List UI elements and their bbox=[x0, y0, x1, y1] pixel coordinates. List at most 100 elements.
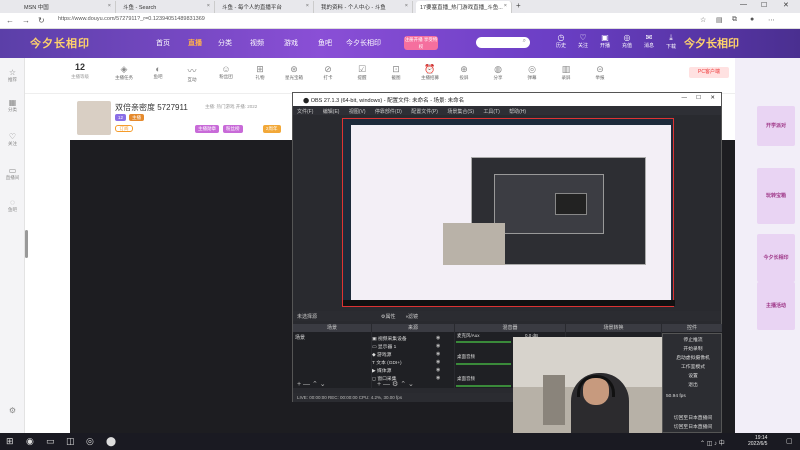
filters-button[interactable]: ◑滤镜 bbox=[405, 313, 418, 320]
exit-button[interactable]: 退出 bbox=[663, 381, 723, 388]
minimize-icon[interactable]: — bbox=[740, 1, 747, 8]
ad-card[interactable]: 开学派对 bbox=[757, 106, 795, 146]
tab-douyu-home[interactable]: 斗鱼 - 每个人的直播平台 × bbox=[218, 1, 314, 13]
search-input[interactable]: ⌕ bbox=[476, 37, 530, 48]
scene-toolbar[interactable]: + — ⌃ ⌄ bbox=[297, 380, 326, 388]
close-icon[interactable]: × bbox=[108, 3, 111, 9]
store-icon[interactable]: ◫ bbox=[66, 436, 75, 447]
close-icon[interactable]: ✕ bbox=[710, 95, 715, 101]
studio-mode-button[interactable]: 工作室模式 bbox=[663, 363, 723, 370]
scene-item[interactable]: 场景 bbox=[295, 334, 305, 341]
eye-icon[interactable]: ◉ bbox=[436, 375, 440, 381]
download-button[interactable]: ⤓ 下载 bbox=[660, 33, 682, 50]
eye-icon[interactable]: ◉ bbox=[436, 359, 440, 365]
history-button[interactable]: ◷ 历史 bbox=[550, 33, 572, 49]
recharge-button[interactable]: ◎ 充值 bbox=[616, 33, 638, 49]
url-field[interactable]: https://www.douyu.com/5727911?_r=0.12394… bbox=[58, 16, 205, 22]
source-item[interactable]: ▭ 显示器 1 bbox=[372, 343, 396, 350]
eye-icon[interactable]: ◉ bbox=[436, 351, 440, 357]
obs-app-icon[interactable]: ⬤ bbox=[106, 436, 116, 447]
messages-button[interactable]: ✉ 消息 bbox=[638, 33, 660, 49]
tool-interact[interactable]: 〰互动 bbox=[179, 64, 205, 83]
avatar[interactable] bbox=[77, 101, 111, 135]
menu-docks[interactable]: 停靠部件(D) bbox=[375, 109, 402, 115]
pc-client-button[interactable]: PC客户端 bbox=[689, 67, 729, 78]
eye-icon[interactable]: ◉ bbox=[436, 335, 440, 341]
notification-icon[interactable]: ▢ bbox=[786, 437, 793, 445]
settings-button[interactable]: 设置 bbox=[663, 372, 723, 379]
subscribe-button[interactable]: 订阅 bbox=[115, 125, 133, 132]
nav-home[interactable]: 首页 bbox=[156, 38, 170, 48]
tab-msn[interactable]: MSN 中国 × bbox=[20, 1, 116, 13]
tab-douyu-search[interactable]: 斗鱼 - Search × bbox=[119, 1, 215, 13]
tool-fans[interactable]: ☺ 粉丝团 bbox=[213, 64, 239, 80]
sidebar-item-follow[interactable]: ♡ 关注 bbox=[0, 132, 25, 147]
tool-fishbar[interactable]: ◐ 鱼吧 bbox=[145, 64, 171, 80]
sidebar-item-room[interactable]: ▭ 直播间 bbox=[0, 166, 25, 181]
menu-edit[interactable]: 编辑(E) bbox=[323, 109, 340, 115]
ad-card[interactable]: 玩转宝箱 bbox=[757, 168, 795, 224]
tool-report[interactable]: ⊝ 举报 bbox=[587, 64, 613, 81]
tool-recruit[interactable]: ⏰ 主播招募 bbox=[417, 64, 443, 81]
ad-card[interactable]: 主播活动 bbox=[757, 282, 795, 330]
tool-screenshot[interactable]: ⊡ 截图 bbox=[383, 64, 409, 81]
go-live-button[interactable]: ▣ 开播 bbox=[594, 33, 616, 49]
file-explorer-icon[interactable]: ▭ bbox=[46, 436, 55, 447]
clock[interactable]: 19:14 2022/6/5 bbox=[748, 435, 767, 447]
tab-live-room[interactable]: 17要塞直播_热门游戏直播_斗鱼... × bbox=[416, 1, 512, 13]
ad-card[interactable]: 今夕长相印 bbox=[757, 234, 795, 282]
edge-icon[interactable]: ◎ bbox=[86, 436, 94, 447]
collections-icon[interactable]: ▤ bbox=[716, 16, 723, 24]
extensions-icon[interactable]: ⧉ bbox=[732, 16, 737, 24]
favorites-icon[interactable]: ☆ bbox=[700, 16, 706, 24]
site-logo[interactable]: 今夕长相印 bbox=[30, 35, 90, 51]
menu-view[interactable]: 视图(V) bbox=[349, 109, 366, 115]
sidebar-item-fishbar[interactable]: ◌ 鱼吧 bbox=[0, 198, 25, 213]
stop-streaming-button[interactable]: 停止推流 bbox=[663, 336, 723, 343]
follow-button[interactable]: ♡ 关注 bbox=[572, 33, 594, 49]
close-icon[interactable]: × bbox=[504, 3, 507, 9]
new-tab-button[interactable]: + bbox=[516, 1, 521, 10]
source-item[interactable]: ▣ 视频采集设备 bbox=[372, 335, 407, 342]
nav-game[interactable]: 游戏 bbox=[284, 38, 298, 48]
forward-icon[interactable]: → bbox=[22, 16, 30, 25]
nav-event[interactable]: 今夕长相印 bbox=[346, 38, 381, 48]
menu-tools[interactable]: 工具(T) bbox=[483, 109, 499, 115]
close-icon[interactable]: × bbox=[306, 3, 309, 9]
source-item[interactable]: T 文本 (GDI+) bbox=[372, 359, 402, 366]
tool-gift[interactable]: ⊞ 礼物 bbox=[247, 64, 273, 81]
sidebar-item-category[interactable]: ▦ 分类 bbox=[0, 98, 25, 113]
anniversary-pill[interactable]: 2周年 bbox=[263, 125, 281, 133]
system-tray-icons[interactable]: ⌃ ◫ ♪ 中 bbox=[700, 438, 725, 447]
eye-icon[interactable]: ◉ bbox=[436, 367, 440, 373]
close-window-icon[interactable]: ✕ bbox=[783, 1, 789, 9]
menu-profile[interactable]: 配置文件(P) bbox=[411, 109, 438, 115]
fans-rank-pill[interactable]: 粉丝榜 bbox=[223, 125, 243, 133]
sidebar-settings[interactable]: ⚙ bbox=[0, 406, 25, 415]
sidebar-item-recommend[interactable]: ☆ 推荐 bbox=[0, 68, 25, 83]
tab-my-profile[interactable]: 我的资料 - 个人中心 - 斗鱼 × bbox=[317, 1, 413, 13]
source-toolbar-buttons[interactable]: + — ⚙ ⌃ ⌄ bbox=[377, 380, 414, 388]
tool-danmaku[interactable]: ◎ 弹幕 bbox=[519, 64, 545, 81]
profile-icon[interactable]: ● bbox=[750, 16, 754, 23]
tool-remind[interactable]: ☑ 提醒 bbox=[349, 64, 375, 81]
steam-icon[interactable]: ◉ bbox=[26, 436, 34, 447]
medal-pill[interactable]: 主播勋章 bbox=[195, 125, 219, 133]
tool-share[interactable]: ◍ 分享 bbox=[485, 64, 511, 81]
windows-start-icon[interactable]: ⊞ bbox=[6, 436, 14, 447]
obs-preview[interactable] bbox=[342, 118, 675, 307]
nav-video[interactable]: 视频 bbox=[250, 38, 264, 48]
refresh-icon[interactable]: ↻ bbox=[38, 16, 45, 25]
tool-chest[interactable]: ⊛ 星光宝箱 bbox=[281, 64, 307, 81]
search-icon[interactable]: ⌕ bbox=[523, 38, 526, 45]
properties-button[interactable]: ⚙属性 bbox=[381, 313, 396, 320]
source-item[interactable]: ◆ 游戏源 bbox=[372, 351, 391, 358]
close-icon[interactable]: × bbox=[207, 3, 210, 9]
start-recording-button[interactable]: 开始录制 bbox=[663, 345, 723, 352]
maximize-icon[interactable]: ☐ bbox=[761, 1, 767, 9]
tool-checkin[interactable]: ⊘ 打卡 bbox=[315, 64, 341, 81]
menu-help[interactable]: 帮助(H) bbox=[509, 109, 526, 115]
nav-fishbar[interactable]: 鱼吧 bbox=[318, 38, 332, 48]
menu-file[interactable]: 文件(F) bbox=[297, 109, 313, 115]
tool-tasks[interactable]: ◈ 主播任务 bbox=[111, 64, 137, 81]
